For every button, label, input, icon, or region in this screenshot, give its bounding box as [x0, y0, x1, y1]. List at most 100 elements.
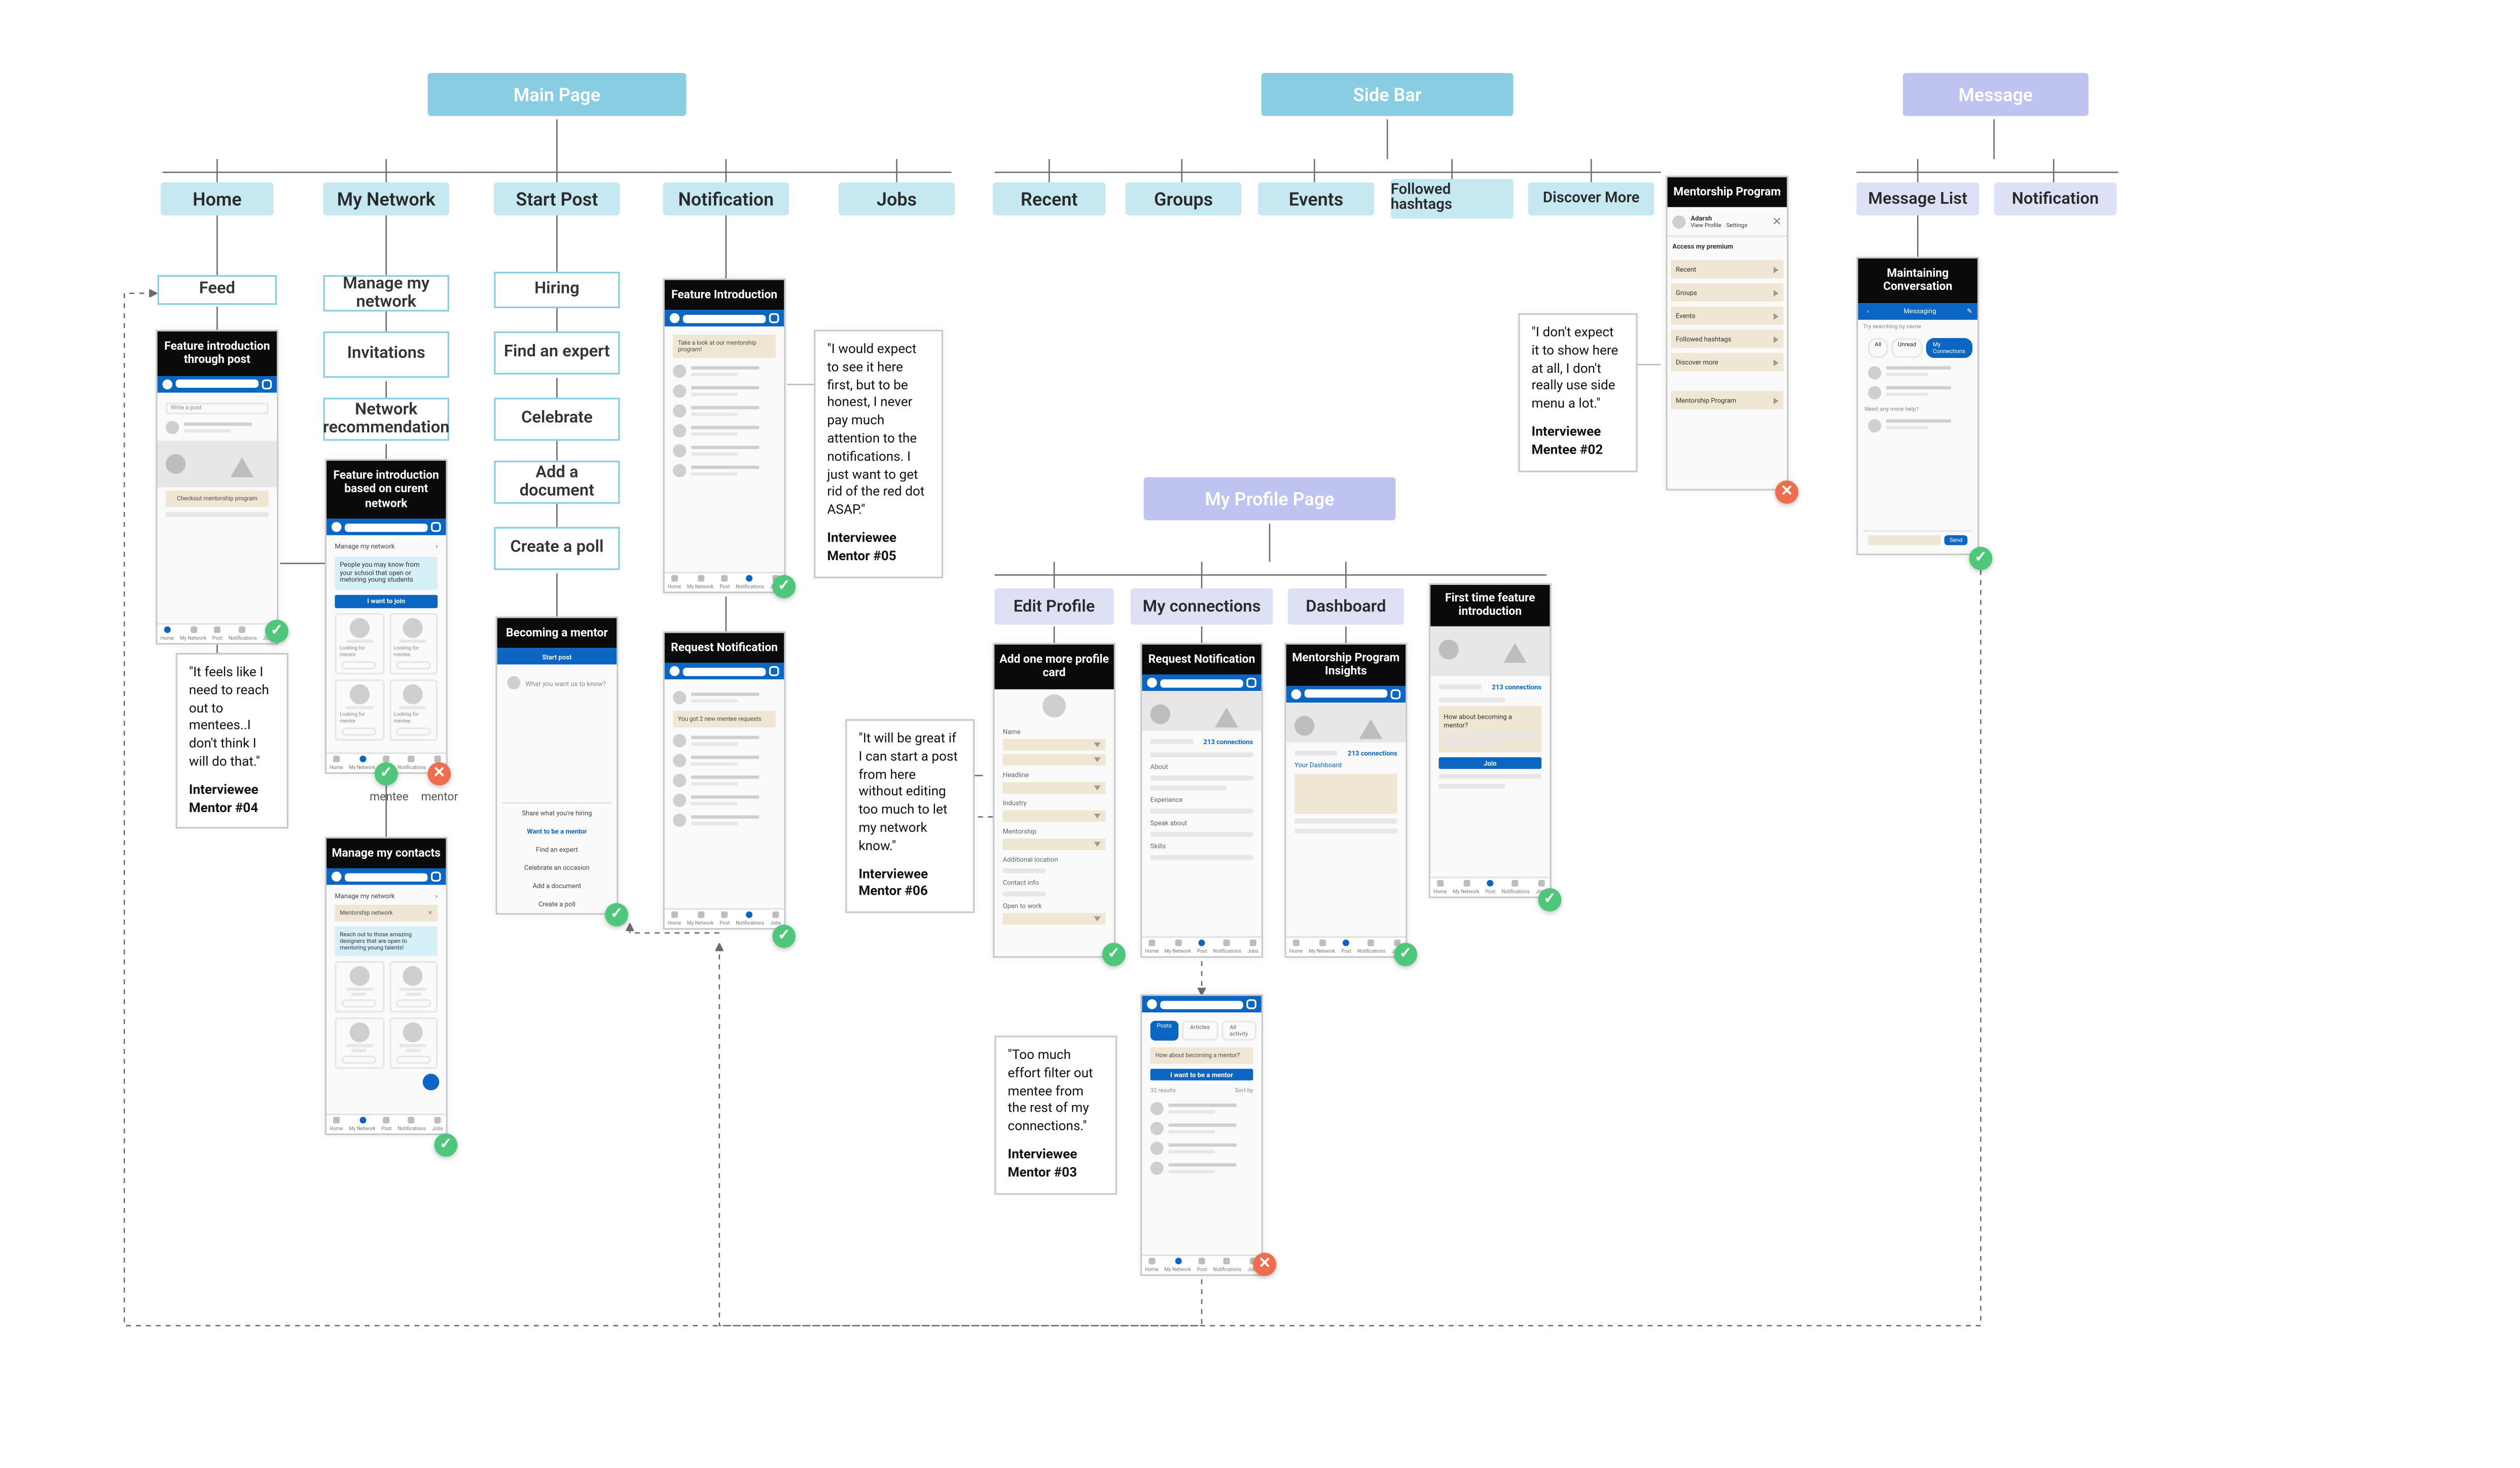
chat-icon[interactable] — [431, 522, 441, 532]
person-card[interactable] — [335, 962, 383, 1013]
search-input[interactable] — [1160, 1000, 1243, 1008]
header-row: Manage my network› — [332, 891, 441, 902]
mock-title: Feature Introduction — [665, 280, 784, 310]
notif-header-strip[interactable]: You got 2 new mentee requests — [673, 712, 776, 728]
person-card[interactable] — [389, 1018, 438, 1070]
search-input[interactable] — [1305, 690, 1387, 698]
tab-message-notification: Notification — [1994, 182, 2117, 215]
input-field[interactable] — [1003, 810, 1106, 822]
mock-mentorship-insights: Mentorship Program Insights 213 connecti… — [1284, 643, 1407, 958]
person-card[interactable]: Looking for mentor — [335, 613, 383, 674]
bottom-nav[interactable]: Home My Network Post Notifications Jobs — [665, 572, 784, 592]
mock-body: Manage my network› People you may know f… — [327, 535, 446, 752]
filter-pills[interactable]: All Unread My Connections — [1863, 333, 1972, 362]
chat-icon[interactable] — [769, 314, 779, 324]
input-field[interactable] — [1003, 754, 1106, 765]
i-want-to-be-mentor-cta[interactable]: I want to be a mentor — [1150, 1069, 1253, 1081]
connections-count[interactable]: 213 connections — [1348, 749, 1397, 757]
search-input[interactable] — [1160, 679, 1243, 687]
section-main-page: Main Page — [427, 73, 686, 116]
compose-option-mentor[interactable]: Want to be a mentor — [502, 822, 612, 840]
mock-title: Feature introduction based on curent net… — [327, 461, 446, 519]
join-button[interactable]: Join — [1438, 757, 1541, 768]
chat-icon[interactable] — [1391, 689, 1401, 699]
input-field[interactable] — [1003, 782, 1106, 793]
feature-ask-card: How about becoming a mentor? — [1438, 706, 1541, 752]
search-input[interactable] — [345, 523, 427, 531]
person-card[interactable] — [389, 962, 438, 1013]
mock-topbar — [327, 519, 446, 536]
message-input[interactable] — [1868, 535, 1941, 545]
sidebar-item[interactable]: Recent — [1671, 261, 1783, 279]
opt-manage-my-network: Manage my network — [323, 275, 449, 312]
bottom-nav[interactable]: Home My Network Post Notifications Jobs — [158, 623, 277, 643]
input-field[interactable] — [1003, 913, 1106, 925]
sidebar-item-mentorship[interactable]: Mentorship Program — [1671, 392, 1783, 410]
chat-icon[interactable] — [431, 872, 441, 883]
edit-icon[interactable]: ✎ — [1967, 307, 1972, 315]
messaging-header: ‹ Messaging ✎ — [1858, 303, 1977, 320]
search-input[interactable] — [176, 380, 259, 388]
compose-option[interactable]: Share what you're hiring — [502, 803, 612, 822]
mock-first-time-feature-intro: First time feature introduction 213 conn… — [1429, 583, 1552, 898]
chat-icon[interactable] — [1246, 999, 1256, 1009]
opt-create-a-poll: Create a poll — [494, 527, 620, 570]
close-icon[interactable]: ✕ — [1772, 217, 1782, 227]
person-card[interactable]: Looking for mentee — [389, 613, 438, 674]
fab-icon[interactable] — [423, 1074, 440, 1090]
mock-body: Write a post Checkout mentorship program — [158, 392, 277, 623]
mentorship-network-row[interactable]: Mentorship network✕ — [335, 905, 438, 922]
bottom-nav[interactable]: Home My Network Post Notifications Jobs — [1286, 936, 1406, 956]
input-field[interactable] — [1003, 739, 1106, 750]
conversation-row[interactable] — [1863, 362, 1972, 382]
search-input[interactable] — [345, 873, 427, 881]
search-input[interactable] — [683, 315, 766, 323]
compose-option[interactable]: Create a poll — [502, 895, 612, 913]
connections-count[interactable]: 213 connections — [1492, 682, 1541, 690]
chat-icon[interactable] — [262, 379, 272, 389]
mock-title: Request Notification — [665, 633, 784, 664]
bottom-nav[interactable]: Home My Network Post Notifications Jobs — [327, 1114, 446, 1133]
mock-becoming-a-mentor: Becoming a mentor Start post What you wa… — [495, 616, 618, 914]
sidebar-item[interactable]: Discover more — [1671, 354, 1783, 372]
compose-bar[interactable]: Send — [1863, 530, 1972, 548]
compose-option[interactable]: Add a document — [502, 876, 612, 895]
connections-count[interactable]: 213 connections — [1204, 738, 1253, 746]
mock-title: Becoming a mentor — [497, 618, 617, 648]
person-card[interactable]: Looking for mentee — [389, 679, 438, 741]
sidebar-item[interactable]: Followed hashtags — [1671, 331, 1783, 349]
mock-manage-my-contacts: Manage my contacts Manage my network› Me… — [325, 837, 448, 1135]
notif-header-strip[interactable]: Take a look at our mentorship program! — [673, 336, 776, 359]
compose-placeholder[interactable]: What you want us to know? — [525, 679, 605, 687]
promo-strip[interactable]: Checkout mentorship program — [166, 490, 269, 507]
compose-option[interactable]: Celebrate an occasion — [502, 858, 612, 876]
back-icon[interactable]: ‹ — [1863, 307, 1873, 315]
conversation-row[interactable] — [1863, 382, 1972, 402]
person-card[interactable]: Looking for mentor — [335, 679, 383, 741]
avatar-icon — [1042, 694, 1066, 717]
mock-body: 213 connections How about becoming a men… — [1430, 626, 1550, 876]
opt-add-a-document: Add a document — [494, 461, 620, 504]
status-ok-icon: ✓ — [434, 1133, 457, 1157]
write-post-box[interactable]: Write a post — [166, 402, 269, 414]
status-ok-icon: ✓ — [1102, 943, 1126, 966]
avatar-icon — [507, 677, 520, 690]
bottom-nav[interactable]: Home My Network Post Notifications Jobs — [1142, 936, 1261, 956]
person-card[interactable] — [335, 1018, 383, 1070]
input-field[interactable] — [1003, 838, 1106, 850]
send-button[interactable]: Send — [1945, 535, 1967, 545]
search-input[interactable] — [683, 668, 766, 676]
chat-icon[interactable] — [1246, 678, 1256, 688]
sidebar-item[interactable]: Events — [1671, 307, 1783, 325]
mock-profile-request-notification: Request Notification 213 connections Abo… — [1140, 643, 1263, 958]
mock-feature-intro-post: Feature introduction through post Write … — [156, 330, 278, 645]
quote-mentor-04: "It feels like I need to reach out to me… — [176, 653, 289, 829]
cta-join[interactable]: I want to join — [335, 595, 438, 608]
sidebar-item[interactable]: Groups — [1671, 284, 1783, 302]
bottom-nav[interactable]: Home My Network Post Notifications Jobs — [1142, 1255, 1261, 1274]
bottom-nav[interactable]: Home My Network Post Notifications Jobs — [1430, 876, 1550, 896]
chat-icon[interactable] — [769, 667, 779, 677]
conversation-row[interactable] — [1863, 416, 1972, 435]
compose-option[interactable]: Find an expert — [502, 840, 612, 858]
bottom-nav[interactable]: Home My Network Post Notifications Jobs — [665, 908, 784, 928]
